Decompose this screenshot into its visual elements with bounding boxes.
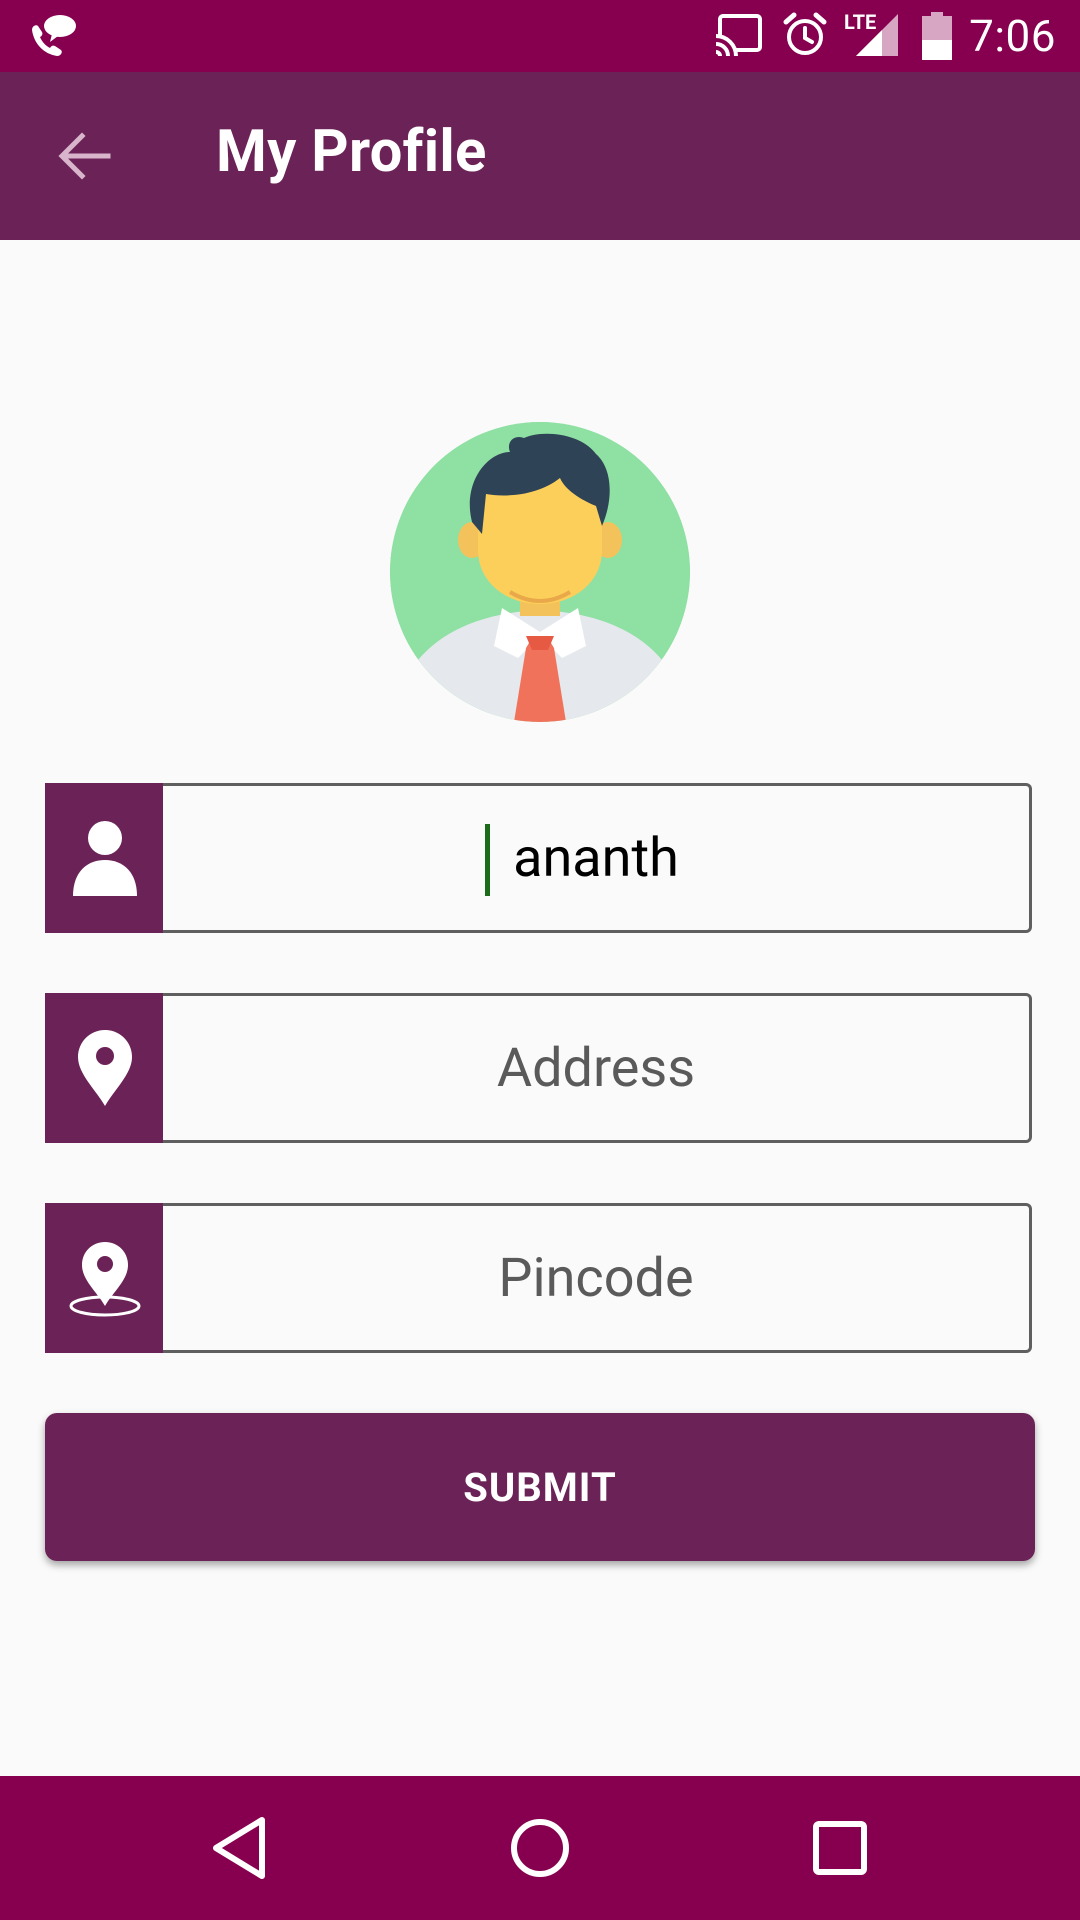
- alarm-icon: [783, 12, 827, 55]
- pincode-input-box[interactable]: [163, 1203, 1032, 1353]
- status-bar: LTE 7:06: [0, 0, 1080, 72]
- person-icon: [73, 821, 137, 896]
- system-nav-bar: [0, 1776, 1080, 1920]
- address-field: [45, 993, 1035, 1143]
- status-time: 7:06: [969, 10, 1056, 62]
- avatar: [390, 422, 690, 722]
- text-cursor: [485, 824, 490, 896]
- signal-icon: [856, 14, 898, 56]
- back-triangle-icon[interactable]: [204, 1812, 276, 1884]
- name-icon-box: [45, 783, 165, 933]
- avatar-illustration: [390, 422, 690, 722]
- address-input-box[interactable]: [163, 993, 1032, 1143]
- address-icon-box: [45, 993, 165, 1143]
- app-bar: My Profile: [0, 72, 1080, 240]
- name-input[interactable]: [163, 786, 1029, 930]
- address-input[interactable]: [163, 996, 1029, 1140]
- location-pin-icon: [78, 1030, 132, 1106]
- name-input-box[interactable]: [163, 783, 1032, 933]
- pincode-icon-box: [45, 1203, 165, 1353]
- phone-chat-icon: [32, 15, 76, 56]
- battery-icon: [922, 12, 952, 60]
- pincode-field: [45, 1203, 1035, 1353]
- pincode-input[interactable]: [163, 1206, 1029, 1350]
- home-circle-icon[interactable]: [504, 1812, 576, 1884]
- submit-button[interactable]: SUBMIT: [45, 1413, 1035, 1561]
- name-field: [45, 783, 1035, 933]
- location-pin-area-icon: [69, 1242, 141, 1317]
- page-title: My Profile: [216, 118, 487, 186]
- recents-square-icon[interactable]: [804, 1812, 876, 1884]
- cast-icon: [714, 14, 762, 58]
- arrow-back-icon[interactable]: [56, 126, 116, 186]
